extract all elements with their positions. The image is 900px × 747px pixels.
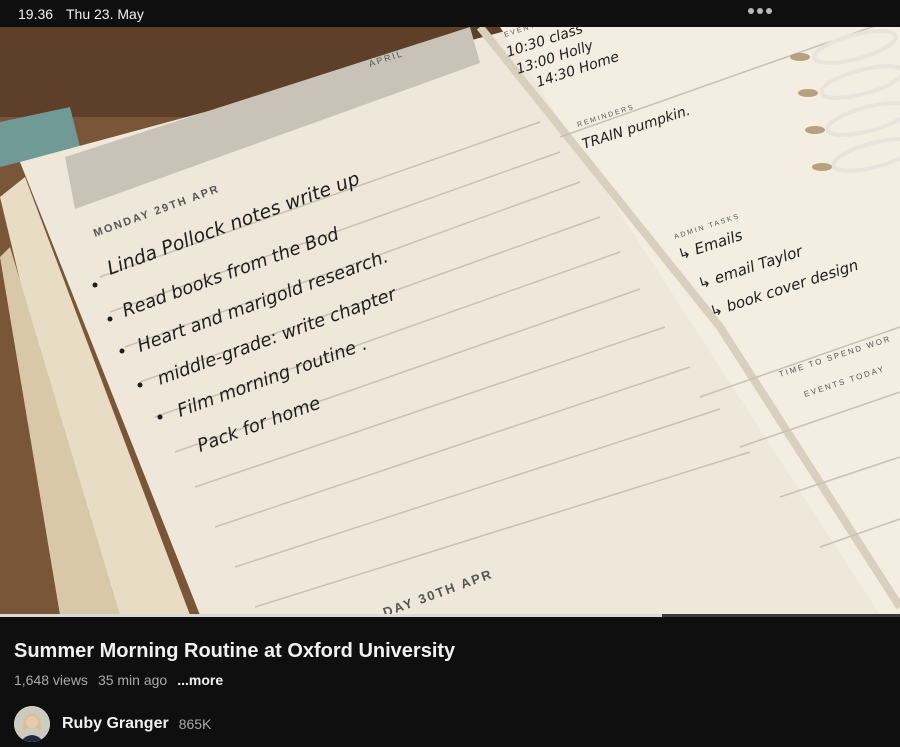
channel-name[interactable]: Ruby Granger: [62, 715, 169, 733]
more-dots-icon[interactable]: [748, 8, 772, 14]
more-link[interactable]: ...more: [177, 672, 223, 688]
subscriber-count: 865K: [178, 716, 212, 732]
status-time: 19.36: [18, 6, 54, 22]
upload-age: 35 min ago: [97, 672, 168, 688]
video-meta: 1,648 views 35 min ago ...more: [14, 672, 223, 688]
video-progress-fill: [0, 614, 662, 617]
video-frame: APRIL MONDAY 29TH APR Linda Pollock note…: [0, 27, 900, 615]
video-title: Summer Morning Routine at Oxford Univers…: [14, 640, 456, 662]
view-count: 1,648 views: [14, 672, 88, 688]
video-player[interactable]: APRIL MONDAY 29TH APR Linda Pollock note…: [0, 27, 900, 615]
channel-row[interactable]: Ruby Granger 865K: [14, 706, 211, 742]
video-progress-bar[interactable]: [0, 614, 900, 617]
status-bar: 19.36 Thu 23. May: [0, 0, 900, 27]
channel-avatar[interactable]: [14, 706, 50, 742]
status-date: Thu 23. May: [66, 6, 144, 22]
